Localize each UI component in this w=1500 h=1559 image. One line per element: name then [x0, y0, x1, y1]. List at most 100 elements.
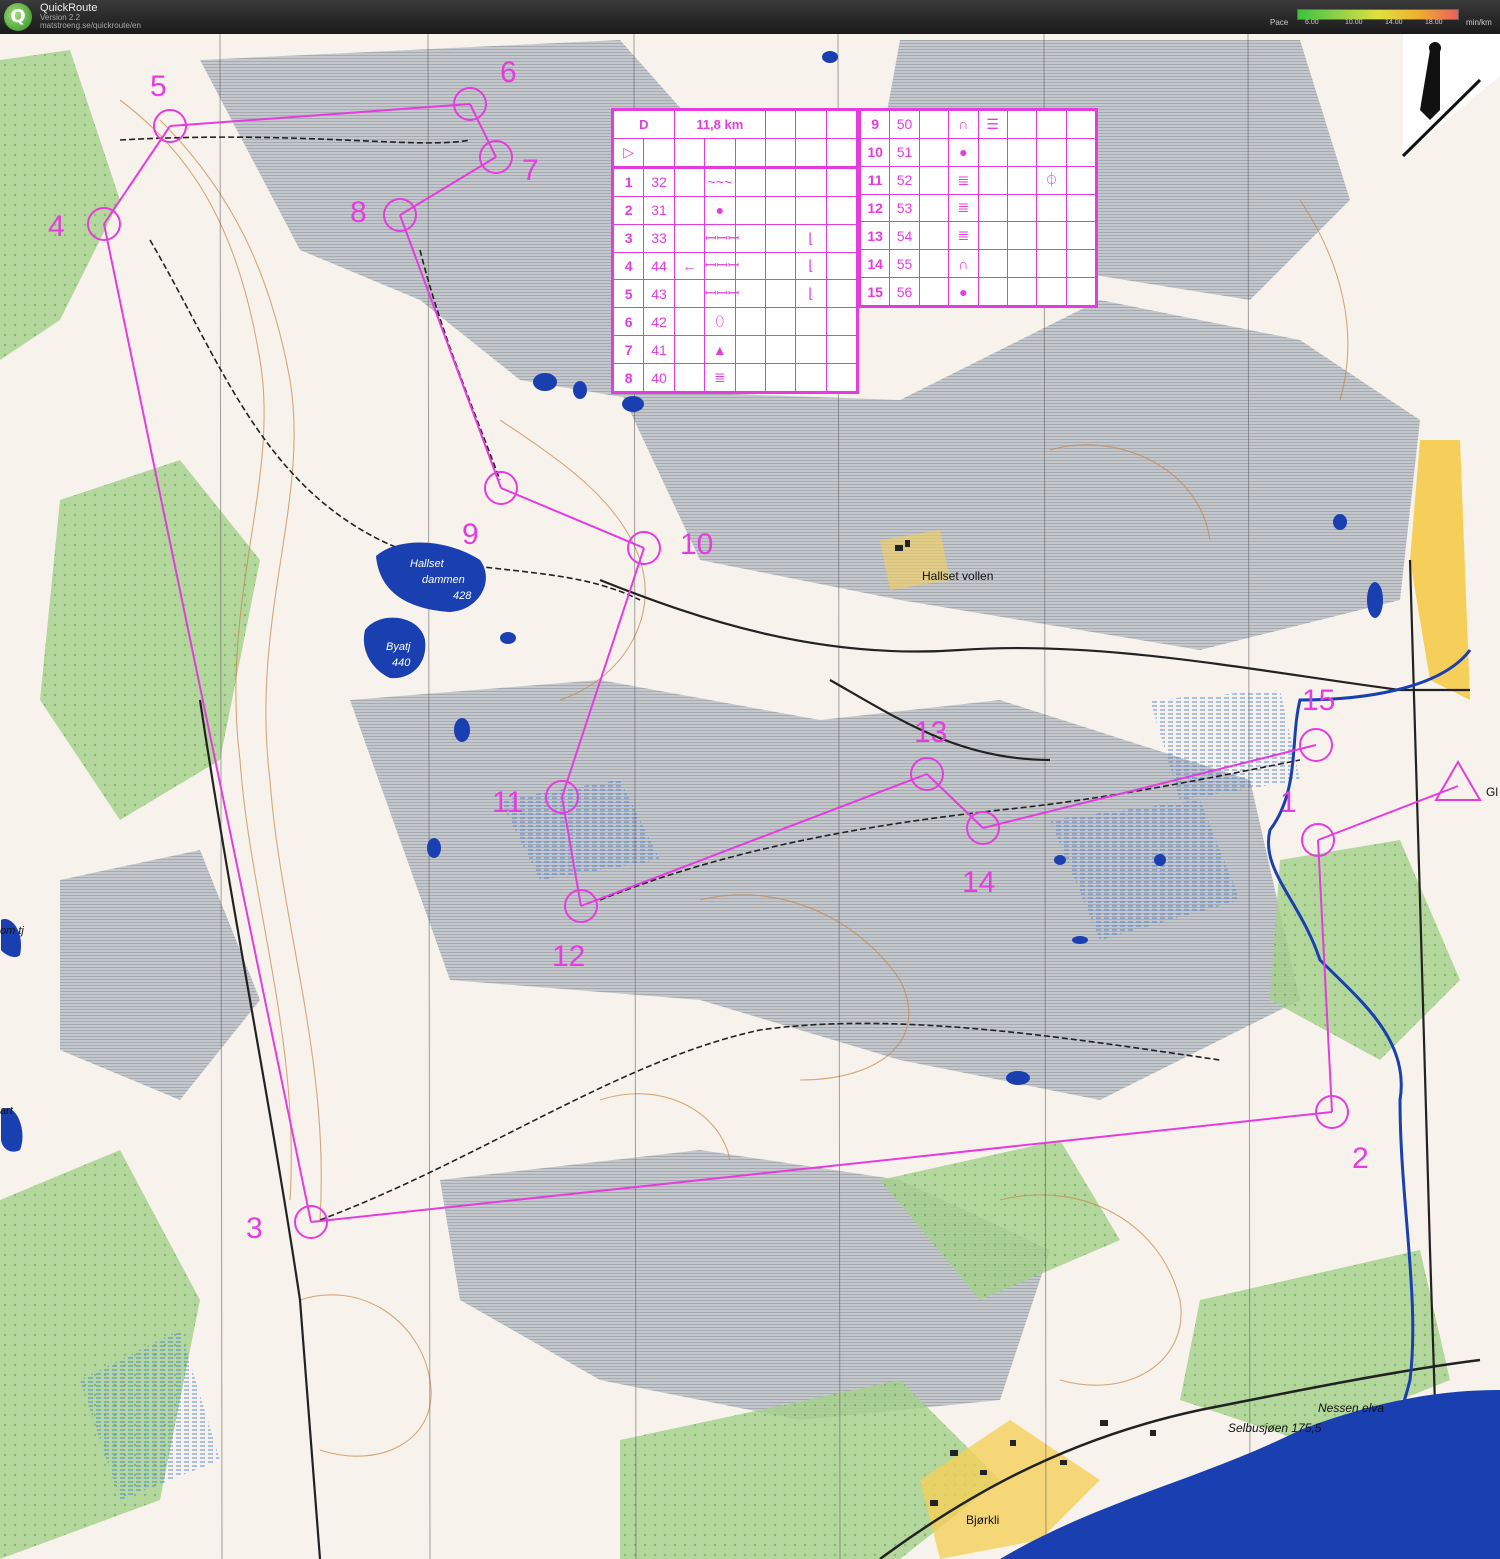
description-cell [918, 221, 950, 251]
map-label-byatj: Byatj [386, 641, 411, 653]
description-cell [918, 137, 950, 167]
control-number-cell: 9 [859, 110, 891, 139]
description-cell [1065, 137, 1097, 167]
control-number-cell: 15 [859, 277, 891, 306]
description-cell [918, 165, 950, 195]
control-code-cell: 52 [889, 165, 920, 195]
control-code-cell: 41 [643, 335, 675, 365]
map-label-selbusjoen: Selbusjøen 175,5 [1228, 1421, 1322, 1435]
map-label-dammen: dammen [422, 574, 465, 586]
description-cell [977, 249, 1008, 279]
description-cell [1036, 110, 1067, 139]
map-label-dammen-height: 428 [453, 590, 472, 602]
description-cell [825, 307, 858, 337]
description-cell [795, 335, 827, 365]
control-code-cell: 53 [889, 193, 920, 223]
control-description-table-2: 9 50 ∩ ☰ 10 51 ● 11 52 ≣ ⏀ 12 53 ≣ 13 54 ≣ 14 55 ∩ 15 56 ● [858, 108, 1098, 308]
description-cell: ⌊ [795, 279, 827, 309]
description-cell [1036, 137, 1067, 167]
description-cell [825, 279, 858, 309]
description-cell [918, 249, 950, 279]
control-code-cell: 32 [643, 166, 675, 197]
control-number: 15 [1302, 684, 1335, 717]
control-number-cell: 13 [859, 221, 891, 251]
control-number-cell: 6 [612, 307, 645, 337]
description-cell [1036, 193, 1067, 223]
description-cell [764, 251, 797, 281]
description-cell: ⏀ [1036, 165, 1067, 195]
control-code-cell: 55 [889, 249, 920, 279]
description-cell [673, 223, 706, 253]
control-number: 13 [914, 716, 947, 749]
pace-label: Pace [1270, 18, 1289, 27]
control-number: 5 [150, 70, 167, 103]
map-label-nessen: Nessen elva [1318, 1401, 1384, 1415]
description-cell [1065, 277, 1097, 306]
description-cell [734, 335, 766, 365]
description-cell: ▲ [704, 335, 736, 365]
description-cell [1036, 277, 1067, 306]
map-label-hallset-dammen: Hallset [410, 558, 445, 570]
description-cell [1065, 110, 1097, 139]
description-cell [795, 166, 827, 197]
control-code-cell: 56 [889, 277, 920, 306]
description-cell [673, 307, 706, 337]
control-number: 7 [522, 154, 539, 187]
start-symbol: ▷ [612, 137, 645, 169]
control-number-cell: 7 [612, 335, 645, 365]
description-cell [734, 166, 766, 197]
map-label-art: art [0, 1105, 14, 1117]
course-length: 11,8 km [673, 110, 766, 139]
description-cell [764, 335, 797, 365]
control-number-cell: 10 [859, 137, 891, 167]
control-code-cell: 50 [889, 110, 920, 139]
description-cell: ← [673, 251, 706, 281]
description-cell: ꟷꟷꟷ [704, 279, 739, 309]
description-cell [977, 137, 1008, 167]
app-url[interactable]: matstroeng.se/quickroute/en [40, 21, 141, 30]
description-cell [734, 251, 766, 281]
description-cell [1006, 137, 1038, 167]
control-code-cell: 43 [643, 279, 675, 309]
description-cell: ꟷꟷꟷ [704, 223, 739, 253]
control-number: 2 [1352, 1142, 1369, 1175]
description-cell [1065, 165, 1097, 195]
map-label-bjorkli: Bjørkli [966, 1513, 999, 1527]
quickroute-logo-icon: Q [4, 3, 32, 31]
description-cell: ≣ [704, 363, 736, 392]
description-cell [734, 307, 766, 337]
description-cell [1006, 249, 1038, 279]
control-number: 12 [552, 940, 585, 973]
description-cell [795, 195, 827, 225]
description-cell: ● [704, 195, 736, 225]
course-class: D [613, 110, 675, 139]
description-cell: ≣ [948, 165, 979, 195]
description-cell: ~~~ [704, 166, 736, 197]
map-label-om-tj: om tj [0, 925, 24, 937]
description-cell: ∩ [948, 110, 979, 139]
description-cell [918, 110, 950, 139]
description-cell [734, 223, 766, 253]
control-code-cell: 33 [643, 223, 675, 253]
description-cell [734, 363, 766, 392]
description-cell: ● [948, 277, 979, 306]
description-cell [825, 195, 858, 225]
description-cell [1065, 193, 1097, 223]
description-cell [825, 363, 858, 392]
pace-tick: 6.00 [1305, 19, 1319, 26]
description-cell [1006, 277, 1038, 306]
pace-unit: min/km [1466, 18, 1492, 27]
control-number: 1 [1280, 786, 1297, 819]
description-cell [673, 363, 706, 392]
description-cell: ≣ [948, 221, 979, 251]
control-number-cell: 2 [612, 195, 645, 225]
control-number-cell: 12 [859, 193, 891, 223]
description-cell [764, 363, 797, 392]
description-cell [918, 277, 950, 306]
control-code-cell: 44 [643, 251, 675, 281]
control-number-cell: 5 [612, 279, 645, 309]
map-label-gl: Gl [1486, 785, 1498, 799]
control-code-cell: 51 [889, 137, 920, 167]
description-cell [764, 195, 797, 225]
pace-tick: 10.00 [1345, 19, 1363, 26]
